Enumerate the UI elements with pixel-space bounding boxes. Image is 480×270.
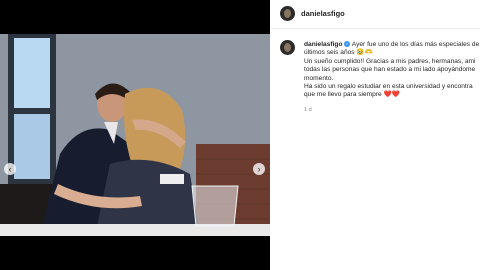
post-caption: danielasfigo ✓ Ayer fue uno de los días …: [304, 41, 480, 100]
caption-line-7: que me llevo para siempre ❤️❤️: [304, 91, 480, 99]
next-slide-button[interactable]: ›: [253, 163, 265, 175]
caption-line-2: últimos seis años 🥹🫶: [304, 49, 373, 57]
photo-image: [0, 34, 270, 236]
caption-text-end: que me llevo para siempre: [304, 91, 382, 99]
post-timestamp[interactable]: 1 d: [304, 107, 312, 113]
caption-line-5: momento.: [304, 74, 334, 82]
verified-badge-icon: ✓: [344, 41, 351, 48]
heart-emoji: ❤️❤️: [383, 91, 400, 99]
caption-text: Ayer fue uno de los días más especiales …: [351, 41, 480, 48]
caption-line-4: todas las personas que han estado a mi l…: [304, 66, 476, 74]
caption-line-3: Un sueño cumplido!! Gracias a mis padres…: [304, 57, 476, 65]
post-modal: ‹ › 👤 danielasfigo danielasfigo ✓ Ayer f…: [0, 0, 480, 270]
previous-slide-button[interactable]: ‹: [4, 163, 16, 175]
post-photo[interactable]: ‹ › 👤: [0, 34, 270, 236]
post-header: danielasfigo: [270, 0, 480, 29]
post-sidebar: danielasfigo danielasfigo ✓ Ayer fue uno…: [270, 0, 480, 270]
caption-username[interactable]: danielasfigo: [304, 41, 342, 48]
header-username[interactable]: danielasfigo: [301, 9, 345, 18]
caption-avatar[interactable]: [280, 40, 295, 55]
avatar[interactable]: [280, 6, 295, 21]
